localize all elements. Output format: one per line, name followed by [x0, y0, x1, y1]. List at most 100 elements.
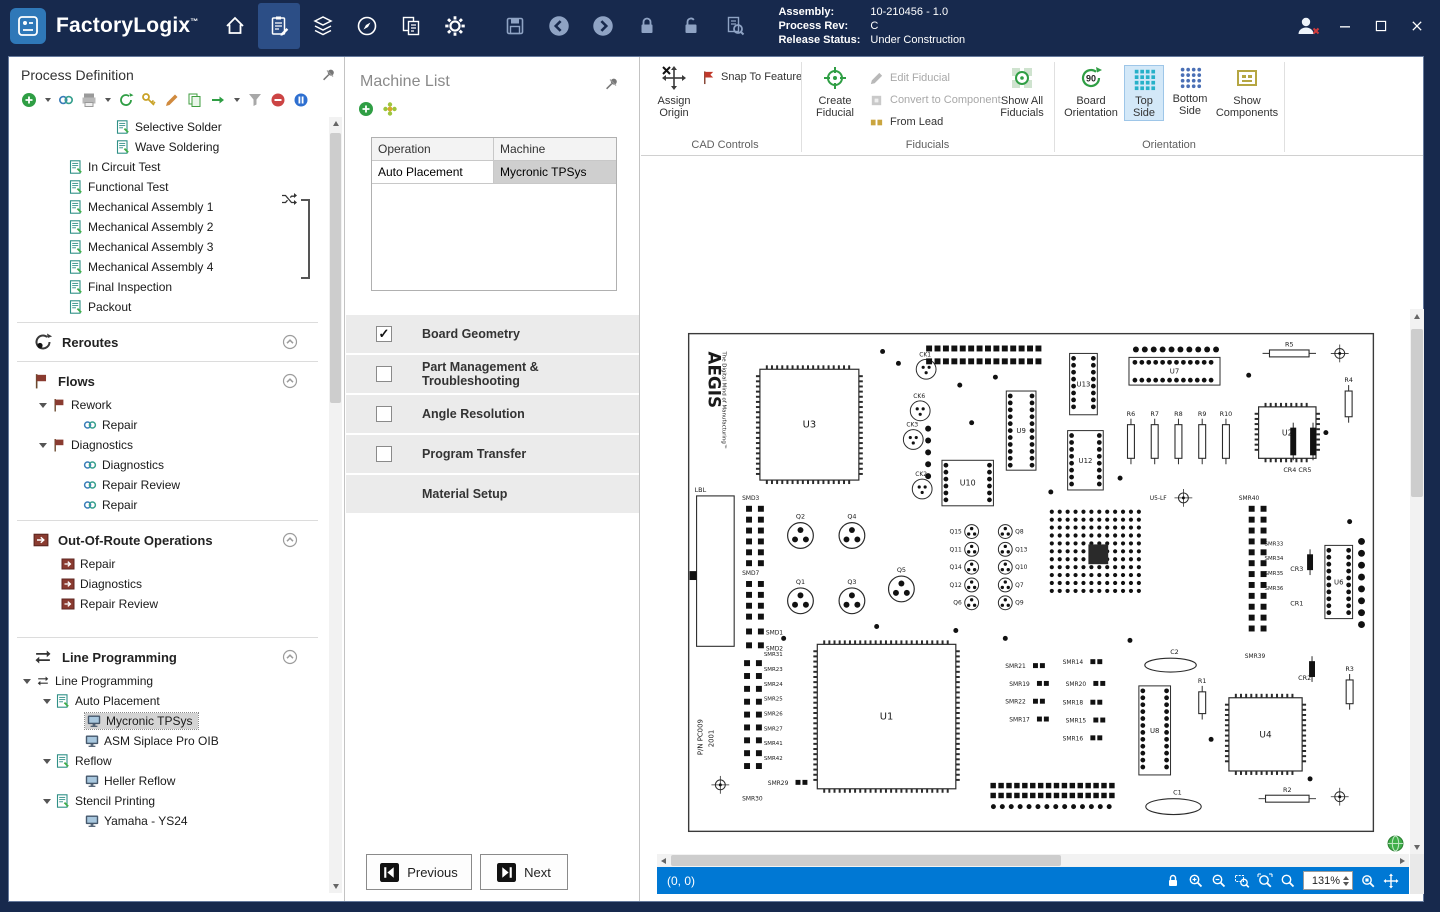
line-programming-item[interactable]: Reflow: [9, 751, 326, 771]
process-definition-button[interactable]: [258, 3, 300, 49]
expander-icon[interactable]: [43, 699, 51, 704]
step-row[interactable]: Board Geometry: [346, 315, 639, 353]
checkbox[interactable]: [376, 326, 392, 342]
out-of-route-item[interactable]: Repair Review: [9, 594, 326, 614]
previous-button[interactable]: Previous: [366, 854, 472, 890]
zoom-previous-icon[interactable]: [1280, 873, 1296, 889]
checkbox[interactable]: [376, 406, 392, 422]
pin-icon[interactable]: [605, 77, 619, 91]
section-flows[interactable]: Flows: [9, 367, 326, 395]
settings-button[interactable]: [434, 3, 476, 49]
add-step-icon[interactable]: [21, 92, 37, 108]
flow-item[interactable]: Repair: [9, 415, 326, 435]
filter-icon[interactable]: [247, 92, 263, 108]
home-button[interactable]: [214, 3, 256, 49]
zoom-window-icon[interactable]: [1234, 873, 1250, 889]
step-row[interactable]: Part Management & Troubleshooting: [346, 355, 639, 393]
reports-button[interactable]: [390, 3, 432, 49]
assign-origin-button[interactable]: Assign Origin: [649, 65, 699, 119]
cad-viewport[interactable]: AEGISThe Digital Mind of Manufacturing™P…: [657, 309, 1409, 854]
zoom-level-field[interactable]: 131%: [1303, 871, 1353, 890]
tracking-button[interactable]: [346, 3, 388, 49]
scroll-up-button[interactable]: [329, 117, 342, 130]
scrollbar-thumb[interactable]: [671, 855, 1061, 866]
expander-icon[interactable]: [43, 759, 51, 764]
scrollbar-thumb[interactable]: [330, 133, 341, 403]
section-out-of-route[interactable]: Out-Of-Route Operations: [9, 526, 326, 554]
tree-item[interactable]: Functional Test: [9, 177, 326, 197]
minimize-button[interactable]: [1330, 12, 1360, 40]
bottom-side-button[interactable]: Bottom Side: [1168, 65, 1212, 117]
collapse-section-icon[interactable]: [282, 334, 298, 350]
create-fiducial-button[interactable]: Create Fiducial: [809, 65, 861, 119]
line-programming-item[interactable]: Yamaha - YS24: [9, 811, 326, 831]
flow-item[interactable]: Repair: [9, 495, 326, 515]
cell-operation[interactable]: Auto Placement: [372, 161, 494, 184]
cad-vertical-scrollbar[interactable]: [1410, 309, 1424, 854]
tree-item[interactable]: Mechanical Assembly 3: [9, 237, 326, 257]
forward-button[interactable]: [582, 3, 624, 49]
print-icon[interactable]: [81, 92, 97, 108]
move-dropdown-icon[interactable]: [234, 98, 240, 102]
step-row[interactable]: Angle Resolution: [346, 395, 639, 433]
scroll-left-button[interactable]: [657, 854, 670, 867]
from-lead-button[interactable]: From Lead: [865, 111, 1005, 133]
expander-icon[interactable]: [23, 679, 31, 684]
cell-machine[interactable]: Mycronic TPSys: [494, 161, 616, 184]
unlock-button[interactable]: [670, 3, 712, 49]
expander-icon[interactable]: [39, 443, 47, 448]
refresh-icon[interactable]: [118, 92, 134, 108]
expander-icon[interactable]: [43, 799, 51, 804]
back-button[interactable]: [538, 3, 580, 49]
board-orientation-button[interactable]: 90 Board Orientation: [1062, 65, 1120, 119]
machine-table[interactable]: Operation Machine Auto Placement Mycroni…: [371, 137, 617, 291]
line-programming-item[interactable]: Auto Placement: [9, 691, 326, 711]
add-step-dropdown-icon[interactable]: [45, 98, 51, 102]
collapse-section-icon[interactable]: [282, 373, 298, 389]
zoom-out-icon[interactable]: [1211, 873, 1227, 889]
collapse-section-icon[interactable]: [282, 532, 298, 548]
checkbox[interactable]: [376, 366, 392, 382]
section-line-programming[interactable]: Line Programming: [9, 643, 326, 671]
materials-button[interactable]: [302, 3, 344, 49]
scroll-down-button[interactable]: [1410, 840, 1424, 854]
out-of-route-item[interactable]: Repair: [9, 554, 326, 574]
save-button[interactable]: [494, 3, 536, 49]
machine-options-icon[interactable]: [382, 101, 398, 117]
lock-view-icon[interactable]: [1165, 873, 1181, 889]
zoom-extents-icon[interactable]: [1257, 873, 1273, 889]
scrollbar-thumb[interactable]: [1411, 329, 1423, 497]
shuffle-icon[interactable]: [281, 193, 297, 205]
edit-icon[interactable]: [164, 92, 180, 108]
tree-item[interactable]: Mechanical Assembly 1: [9, 197, 326, 217]
snap-to-feature-button[interactable]: Snap To Feature: [701, 67, 802, 87]
flow-item[interactable]: Rework: [9, 395, 326, 415]
zoom-selection-icon[interactable]: [1360, 873, 1376, 889]
tree-item[interactable]: Packout: [9, 297, 326, 317]
top-side-button[interactable]: Top Side: [1124, 65, 1164, 121]
line-programming-item[interactable]: ASM Siplace Pro OIB: [9, 731, 326, 751]
collapse-section-icon[interactable]: [282, 649, 298, 665]
show-all-fiducials-button[interactable]: Show All Fiducials: [993, 65, 1051, 119]
copy-pages-icon[interactable]: [187, 92, 203, 108]
lock-button[interactable]: [626, 3, 668, 49]
line-programming-item[interactable]: Mycronic TPSys: [9, 711, 326, 731]
line-programming-item[interactable]: Line Programming: [9, 671, 326, 691]
tree-item[interactable]: Selective Solder: [9, 117, 326, 137]
flow-item[interactable]: Repair Review: [9, 475, 326, 495]
pin-icon[interactable]: [322, 68, 336, 82]
scroll-up-button[interactable]: [1410, 309, 1424, 323]
expander-icon[interactable]: [39, 403, 47, 408]
zoom-in-icon[interactable]: [1188, 873, 1204, 889]
convert-to-component-button[interactable]: Convert to Component: [865, 89, 1005, 111]
scroll-right-button[interactable]: [1396, 854, 1409, 867]
scroll-down-button[interactable]: [329, 880, 342, 893]
checkbox[interactable]: [376, 446, 392, 462]
tree-item[interactable]: Mechanical Assembly 2: [9, 217, 326, 237]
audit-button[interactable]: [714, 3, 756, 49]
user-logout-button[interactable]: [1294, 12, 1324, 40]
line-programming-item[interactable]: Stencil Printing: [9, 791, 326, 811]
show-components-button[interactable]: Show Components: [1216, 65, 1278, 119]
print-dropdown-icon[interactable]: [105, 98, 111, 102]
add-machine-icon[interactable]: [358, 101, 374, 117]
